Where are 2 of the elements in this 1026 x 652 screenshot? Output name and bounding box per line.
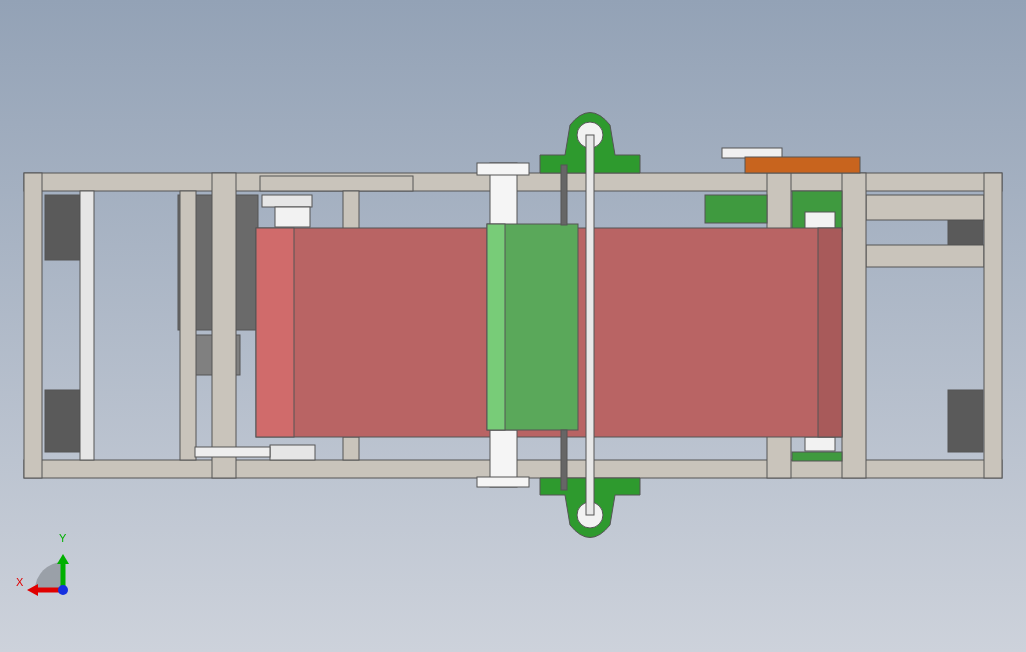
axis-label: Y [59,532,67,544]
axis-label: X [16,576,24,588]
